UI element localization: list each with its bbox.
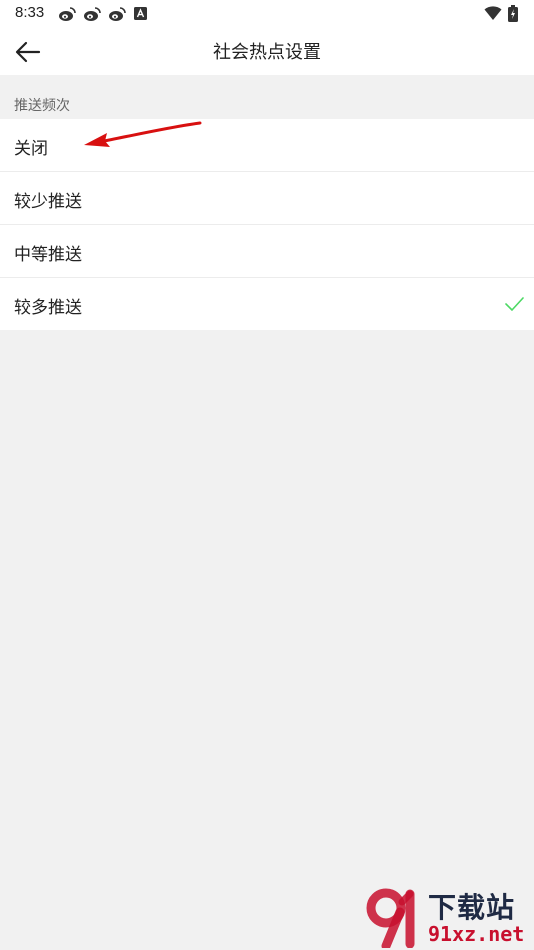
a-app-icon (134, 7, 147, 20)
watermark-domain: 91xz.net (428, 922, 525, 946)
weibo-icon (109, 7, 126, 21)
battery-icon (508, 5, 518, 22)
option-medium-push[interactable]: 中等推送 (0, 225, 534, 278)
wifi-icon (484, 6, 502, 20)
weibo-icon (84, 7, 101, 21)
option-more-push[interactable]: 较多推送 (0, 278, 534, 330)
option-label: 关闭 (14, 139, 48, 159)
watermark-title: 下载站 (428, 891, 516, 924)
status-bar: 8:33 (0, 0, 534, 28)
status-time: 8:33 (15, 4, 45, 21)
option-label: 中等推送 (14, 245, 82, 265)
checkmark-icon (505, 297, 524, 311)
watermark: 下载站 91xz.net (364, 884, 534, 950)
settings-screen: 8:33 社会热点设置 推送频次 关闭 较少推送 中等推送 较多推送 下载站 9… (0, 0, 534, 950)
option-label: 较少推送 (14, 192, 82, 212)
option-label: 较多推送 (14, 298, 82, 318)
annotation-arrow-icon (84, 121, 202, 147)
weibo-icon (59, 7, 76, 21)
watermark-logo-icon (366, 888, 415, 948)
section-header: 推送频次 (14, 98, 70, 114)
page-title: 社会热点设置 (213, 42, 321, 63)
toolbar: 社会热点设置 (0, 28, 534, 75)
option-less-push[interactable]: 较少推送 (0, 172, 534, 225)
